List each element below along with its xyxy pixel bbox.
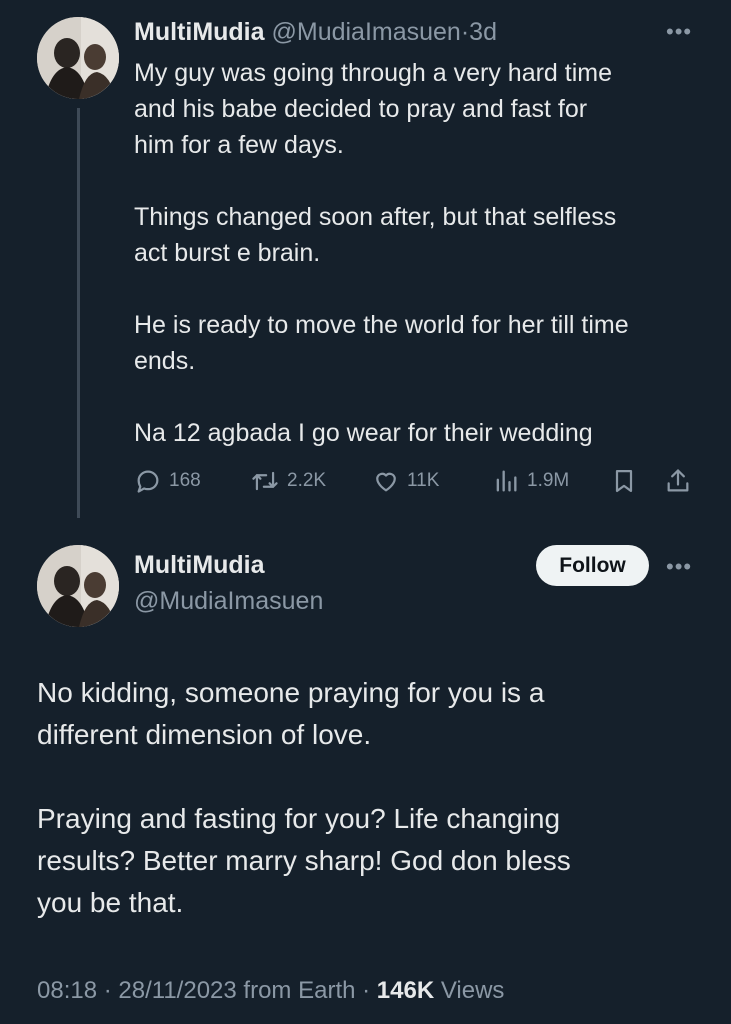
- parent-tweet-actions: 168 2.2K 11K 1.9M: [134, 462, 704, 500]
- tweet-time[interactable]: 08:18: [37, 977, 97, 1004]
- repost-count: 2.2K: [287, 470, 327, 491]
- repost-button[interactable]: 2.2K: [250, 462, 326, 500]
- avatar[interactable]: [37, 545, 119, 627]
- share-button[interactable]: [664, 462, 699, 500]
- reply-button[interactable]: 168: [134, 462, 201, 500]
- views-button[interactable]: 1.9M: [492, 462, 569, 500]
- heart-icon: [376, 472, 396, 492]
- bookmark-icon: [615, 469, 633, 493]
- tweet-date[interactable]: 28/11/2023: [118, 977, 236, 1004]
- tweet-meta: 08:18 · 28/11/2023 from Earth · 146K Vie…: [37, 974, 504, 1008]
- main-tweet-text: No kidding, someone praying for you is a…: [37, 677, 571, 918]
- parent-display-name[interactable]: MultiMudia: [134, 18, 265, 46]
- parent-tweet-header: MultiMudia @MudiaImasuen·3d: [134, 16, 497, 48]
- main-handle[interactable]: @MudiaImasuen: [134, 584, 323, 618]
- bookmark-button[interactable]: [610, 462, 645, 500]
- meta-separator: ·: [362, 977, 371, 1004]
- views-count: 1.9M: [527, 470, 570, 491]
- like-button[interactable]: 11K: [372, 462, 439, 500]
- more-horizontal-icon[interactable]: •••: [666, 21, 692, 43]
- main-display-name[interactable]: MultiMudia: [134, 548, 265, 582]
- tweet-views-count[interactable]: 146K: [377, 977, 434, 1004]
- more-horizontal-icon[interactable]: •••: [666, 556, 692, 578]
- reply-count: 168: [169, 470, 201, 491]
- meta-separator: ·: [103, 977, 112, 1004]
- share-icon: [667, 469, 689, 492]
- repost-icon: [252, 471, 278, 491]
- like-count: 11K: [407, 470, 440, 491]
- follow-button[interactable]: Follow: [536, 545, 649, 586]
- parent-handle[interactable]: @MudiaImasuen: [271, 18, 460, 46]
- header-separator: ·: [460, 18, 470, 46]
- parent-tweet-text: My guy was going through a very hard tim…: [134, 59, 629, 447]
- reply-icon: [137, 470, 159, 493]
- parent-age[interactable]: 3d: [469, 18, 497, 46]
- analytics-icon: [496, 470, 517, 492]
- avatar[interactable]: [37, 17, 119, 99]
- tweet-source: from Earth: [243, 977, 356, 1004]
- tweet-views-label: Views: [440, 977, 505, 1004]
- thread-connector-line: [77, 108, 80, 518]
